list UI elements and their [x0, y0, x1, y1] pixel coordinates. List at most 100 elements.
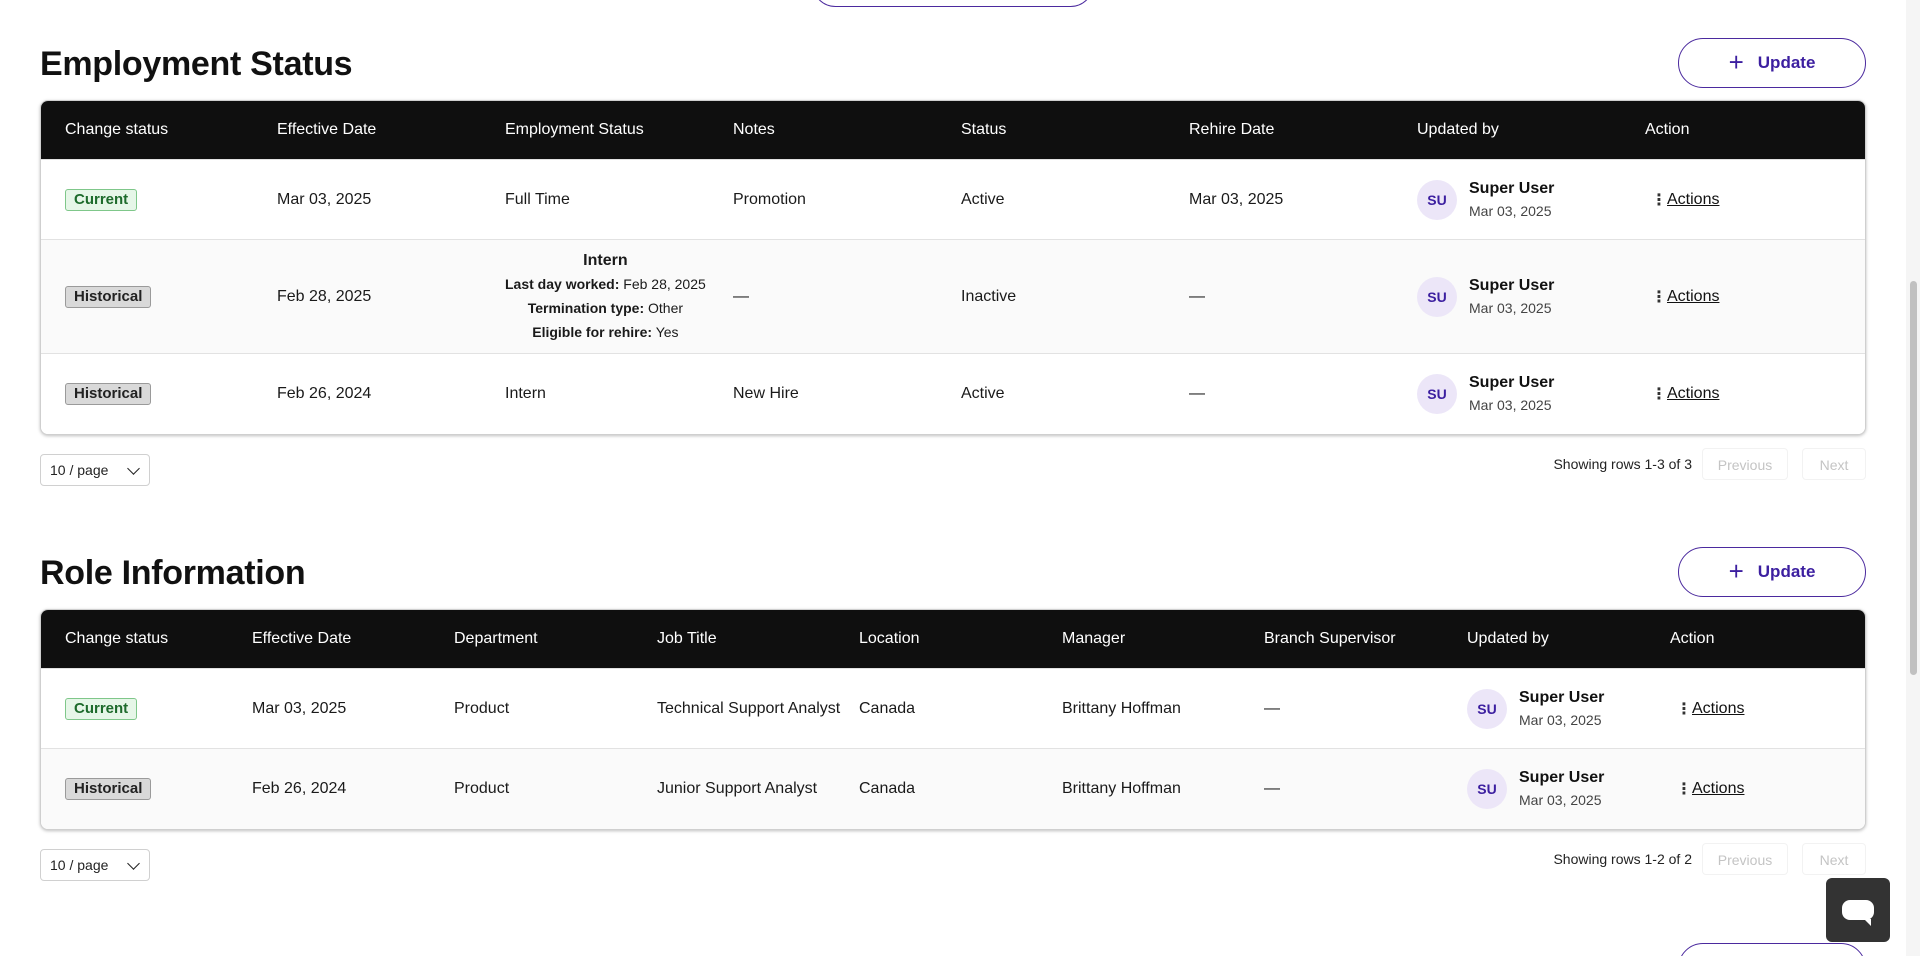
actions-link[interactable]: Actions	[1692, 780, 1744, 798]
avatar: SU	[1417, 374, 1457, 414]
kebab-menu-icon[interactable]: ⋮	[1676, 779, 1692, 799]
job-title-value: Technical Support Analyst	[657, 699, 841, 717]
location-value: Canada	[859, 699, 916, 717]
page-scrollbar-thumb[interactable]	[1910, 281, 1917, 675]
column-header: Employment Status	[505, 121, 644, 138]
chat-widget-button[interactable]	[1826, 878, 1890, 942]
actions-link[interactable]: Actions	[1667, 288, 1719, 306]
row-actions[interactable]: ⋮ Actions	[1676, 779, 1744, 799]
notes-value: —	[733, 287, 749, 305]
next-section-update-button-fragment[interactable]	[1678, 943, 1866, 956]
notes-value: Promotion	[733, 190, 806, 208]
actions-link[interactable]: Actions	[1667, 191, 1719, 209]
chat-bubble-icon	[1842, 900, 1874, 926]
update-button-label: Update	[1757, 562, 1816, 581]
rows-count: Showing rows 1-3 of 3	[1553, 456, 1692, 472]
column-header: Action	[1645, 121, 1690, 138]
user-name: Super User	[1469, 179, 1555, 197]
row-actions[interactable]: ⋮ Actions	[1651, 190, 1719, 210]
branch-supervisor-value: —	[1264, 780, 1280, 797]
column-header: Rehire Date	[1189, 121, 1275, 138]
employment-status-value: Intern	[505, 385, 546, 402]
update-button-label: Update	[1757, 53, 1816, 72]
kebab-menu-icon[interactable]: ⋮	[1651, 287, 1667, 307]
next-page-button[interactable]: Next	[1802, 843, 1866, 875]
effective-date: Feb 26, 2024	[252, 780, 347, 797]
table-row: Historical Feb 26, 2024 Intern New Hire …	[41, 353, 1865, 434]
plus-icon: +	[1728, 555, 1744, 586]
column-header: Department	[454, 630, 538, 647]
kebab-menu-icon[interactable]: ⋮	[1651, 190, 1667, 210]
notes-value: New Hire	[733, 385, 799, 402]
row-actions[interactable]: ⋮ Actions	[1651, 287, 1719, 307]
column-header: Action	[1670, 630, 1715, 647]
actions-link[interactable]: Actions	[1692, 700, 1744, 718]
table-header: Change status Effective Date Employment …	[41, 101, 1865, 159]
column-header: Effective Date	[252, 630, 352, 647]
column-header: Job Title	[657, 630, 717, 647]
status-badge: Historical	[65, 778, 152, 800]
job-title-value: Junior Support Analyst	[657, 780, 818, 797]
kebab-menu-icon[interactable]: ⋮	[1651, 384, 1667, 404]
table-row: Current Mar 03, 2025 Full Time Promotion…	[41, 159, 1865, 239]
branch-supervisor-value: —	[1264, 699, 1280, 717]
status-badge: Historical	[65, 285, 152, 308]
status-value: Inactive	[961, 287, 1017, 305]
avatar: SU	[1417, 276, 1457, 317]
column-header: Status	[961, 121, 1007, 138]
user-name: Super User	[1519, 688, 1605, 706]
rehire-date: —	[1189, 287, 1205, 305]
status-badge: Current	[65, 188, 138, 211]
row-actions[interactable]: ⋮ Actions	[1676, 699, 1744, 719]
column-header: Branch Supervisor	[1264, 630, 1396, 647]
manager-value: Brittany Hoffman	[1062, 699, 1181, 717]
updated-by: SU Super User Mar 03, 2025	[1467, 768, 1604, 810]
user-date: Mar 03, 2025	[1519, 711, 1602, 728]
role-update-button[interactable]: + Update	[1678, 547, 1866, 597]
role-pagination: 10 / page Showing rows 1-2 of 2 Previous…	[40, 843, 1866, 881]
column-header: Effective Date	[277, 121, 377, 138]
previous-page-button[interactable]: Previous	[1702, 843, 1788, 875]
updated-by: SU Super User Mar 03, 2025	[1467, 688, 1604, 730]
role-information-table: Change status Effective Date Department …	[40, 609, 1866, 830]
table-row: Historical Feb 28, 2025 Intern Last day …	[41, 239, 1865, 353]
column-header: Updated by	[1467, 630, 1549, 647]
rows-per-page-select[interactable]: 10 / page	[40, 849, 150, 881]
previous-page-button[interactable]: Previous	[1702, 448, 1788, 480]
chevron-down-icon	[127, 857, 140, 870]
department-value: Product	[454, 699, 510, 717]
location-value: Canada	[859, 780, 916, 797]
actions-link[interactable]: Actions	[1667, 385, 1719, 403]
next-page-button[interactable]: Next	[1802, 448, 1866, 480]
user-name: Super User	[1469, 276, 1555, 294]
rehire-date: —	[1189, 385, 1205, 402]
effective-date: Feb 26, 2024	[277, 385, 372, 402]
table-header: Change status Effective Date Department …	[41, 610, 1865, 668]
status-value: Active	[961, 190, 1005, 208]
effective-date: Feb 28, 2025	[277, 287, 372, 305]
row-actions[interactable]: ⋮ Actions	[1651, 384, 1719, 404]
updated-by: SU Super User Mar 03, 2025	[1417, 179, 1554, 221]
updated-by: SU Super User Mar 03, 2025	[1417, 276, 1554, 318]
detail-value: Other	[648, 299, 684, 316]
employment-pagination: 10 / page Showing rows 1-3 of 3 Previous…	[40, 448, 1866, 486]
detail-label: Termination type:	[527, 299, 645, 316]
employment-status-value: Full Time	[505, 190, 570, 208]
updated-by: SU Super User Mar 03, 2025	[1417, 373, 1554, 415]
employment-status-value: Intern	[583, 251, 628, 269]
status-badge: Historical	[65, 383, 152, 405]
rows-per-page-select[interactable]: 10 / page	[40, 454, 150, 486]
previous-section-button-fragment[interactable]	[812, 0, 1094, 7]
user-name: Super User	[1519, 769, 1605, 786]
employment-update-button[interactable]: + Update	[1678, 38, 1866, 88]
kebab-menu-icon[interactable]: ⋮	[1676, 699, 1692, 719]
avatar: SU	[1467, 688, 1507, 729]
table-row: Historical Feb 26, 2024 Product Junior S…	[41, 748, 1865, 829]
column-header: Change status	[65, 121, 169, 138]
rows-count: Showing rows 1-2 of 2	[1553, 851, 1692, 867]
table-row: Current Mar 03, 2025 Product Technical S…	[41, 668, 1865, 748]
employment-status-details: Intern Last day worked: Feb 28, 2025 Ter…	[505, 240, 706, 353]
chevron-down-icon	[127, 462, 140, 475]
role-information-title: Role Information	[40, 554, 306, 592]
column-header: Manager	[1062, 630, 1126, 647]
